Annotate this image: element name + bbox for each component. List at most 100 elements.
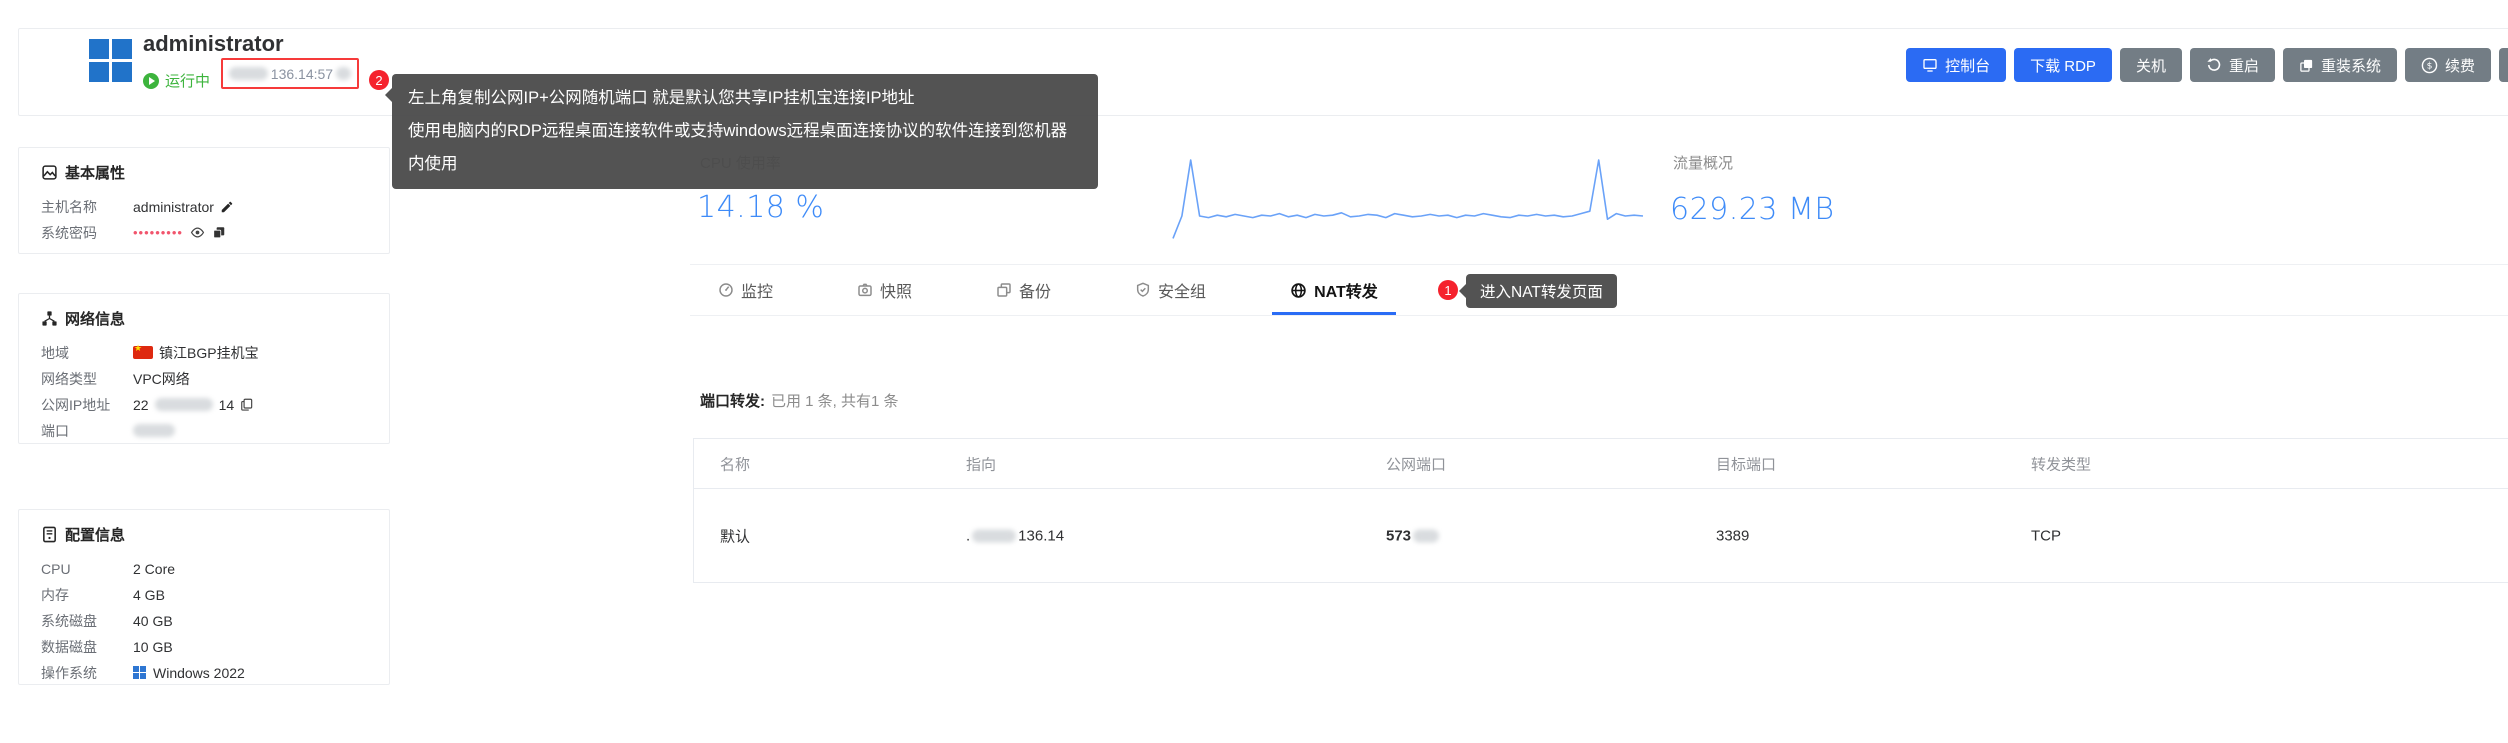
redacted-blur: [229, 67, 268, 80]
connection-ip-highlight[interactable]: 136.14:57: [221, 58, 359, 89]
vm-title: administrator: [143, 31, 284, 57]
traffic-sparkline: [1168, 148, 1650, 248]
memory-row: 内存 4 GB: [41, 587, 367, 602]
data-disk-value: 10 GB: [133, 639, 173, 655]
reinstall-icon: [2299, 58, 2314, 73]
config-info-card: 配置信息 CPU 2 Core 内存 4 GB 系统磁盘 40 GB 数据磁盘 …: [18, 509, 390, 685]
renew-icon: $: [2421, 57, 2438, 74]
annotation-badge-1: 1: [1438, 280, 1458, 300]
windows-logo-icon: [89, 39, 133, 83]
ip-help-tooltip: 左上角复制公网IP+公网随机端口 就是默认您共享IP挂机宝连接IP地址 使用电脑…: [392, 74, 1098, 189]
card-title-text: 网络信息: [65, 308, 125, 329]
col-header-public-port: 公网端口: [1386, 453, 1446, 474]
ip-visible-text: 136.14:57: [271, 66, 333, 82]
hostname-row: 主机名称 administrator: [41, 199, 367, 214]
card-title-text: 配置信息: [65, 524, 125, 545]
image-card-icon: [41, 164, 58, 181]
status-label: 运行中: [165, 70, 210, 91]
redacted-blur: [133, 424, 175, 437]
shield-icon: [1135, 282, 1151, 298]
monitor-gauge-icon: [718, 282, 734, 298]
console-icon: [1922, 57, 1938, 73]
public-ip-row: 公网IP地址 22 14: [41, 397, 367, 412]
traffic-value: 629.23 MB: [1670, 192, 1835, 227]
network-type-value: VPC网络: [133, 369, 190, 389]
download-rdp-button[interactable]: 下载 RDP: [2014, 48, 2112, 82]
redacted-blur: [1413, 529, 1439, 542]
server-card-icon: [41, 526, 58, 543]
redacted-blur: [336, 67, 351, 80]
reinstall-os-button[interactable]: 重装系统: [2283, 48, 2397, 82]
tab-snapshot[interactable]: 快照: [839, 265, 930, 315]
rule-name: 默认: [720, 525, 750, 546]
ip-prefix: 22: [133, 397, 149, 413]
nat-tooltip-text: 进入NAT转发页面: [1480, 280, 1603, 302]
rule-type-link[interactable]: TCP: [2031, 527, 2061, 544]
china-flag-icon: [133, 346, 153, 359]
col-header-target-port: 目标端口: [1716, 453, 1776, 474]
tooltip-line-1: 左上角复制公网IP+公网随机端口 就是默认您共享IP挂机宝连接IP地址: [408, 82, 1082, 115]
running-play-icon: [143, 73, 159, 89]
region-row: 地域 镇江BGP挂机宝: [41, 345, 367, 360]
region-value: 镇江BGP挂机宝: [159, 343, 259, 363]
os-row: 操作系统 Windows 2022: [41, 665, 367, 680]
tooltip-line-2: 使用电脑内的RDP远程桌面连接软件或支持windows远程桌面连接协议的软件连接…: [408, 115, 1082, 181]
renew-button[interactable]: $ 续费: [2405, 48, 2491, 82]
port-forwarding-table: 名称 指向 公网端口 目标端口 转发类型 默认 .136.14 573 3389…: [693, 438, 2508, 583]
shutdown-button[interactable]: 关机: [2120, 48, 2182, 82]
summary-title: 端口转发:: [700, 393, 765, 410]
redacted-blur: [972, 529, 1016, 542]
rule-public-port: 573: [1386, 527, 1439, 544]
restart-button[interactable]: 重启: [2190, 48, 2275, 82]
network-info-card: 网络信息 地域 镇江BGP挂机宝 网络类型 VPC网络 公网IP地址 22 14…: [18, 293, 390, 444]
basic-properties-card: 基本属性 主机名称 administrator 系统密码 •••••••••: [18, 147, 390, 254]
table-header-row: 名称 指向 公网端口 目标端口 转发类型: [694, 439, 2508, 489]
header-actions: 控制台 下载 RDP 关机 重启 重装系统 $ 续费: [1906, 48, 2508, 82]
vm-detail-page: administrator 运行中 136.14:57 2 控制台 下载 RDP…: [0, 0, 2508, 743]
password-masked-value: •••••••••: [133, 225, 183, 240]
col-header-target: 指向: [966, 453, 996, 474]
tab-nat-forwarding[interactable]: NAT转发: [1272, 265, 1396, 315]
camera-icon: [857, 282, 873, 298]
vm-status: 运行中: [143, 70, 210, 91]
tooltip-arrow: [385, 88, 392, 102]
table-row: 默认 .136.14 573 3389 TCP: [694, 489, 2508, 582]
rule-target: .136.14: [966, 527, 1064, 544]
redacted-blur: [155, 398, 213, 411]
copy-backup-icon: [996, 282, 1012, 298]
password-row: 系统密码 •••••••••: [41, 225, 367, 240]
col-header-name: 名称: [720, 453, 750, 474]
windows-logo-small-icon: [133, 666, 147, 680]
system-disk-row: 系统磁盘 40 GB: [41, 613, 367, 628]
rule-target-port: 3389: [1716, 527, 1749, 544]
annotation-badge-2: 2: [369, 70, 389, 90]
nat-tab-tooltip: 进入NAT转发页面: [1466, 274, 1617, 308]
network-type-row: 网络类型 VPC网络: [41, 371, 367, 386]
edit-pencil-icon[interactable]: [220, 200, 234, 214]
svg-text:$: $: [2427, 60, 2433, 71]
summary-usage: 已用 1 条, 共有1 条: [771, 393, 899, 410]
restart-icon: [2206, 57, 2222, 73]
tab-security-group[interactable]: 安全组: [1117, 265, 1224, 315]
cut-off-button[interactable]: [2499, 48, 2508, 82]
data-disk-row: 数据磁盘 10 GB: [41, 639, 367, 654]
copy-ip-icon[interactable]: [240, 397, 254, 412]
traffic-label: 流量概况: [1673, 152, 1733, 173]
col-header-type: 转发类型: [2031, 453, 2091, 474]
show-password-eye-icon[interactable]: [189, 225, 206, 240]
port-forwarding-summary: 端口转发: 已用 1 条, 共有1 条: [700, 390, 899, 411]
cpu-usage-value: 14.18 %: [697, 190, 824, 225]
ip-suffix: 14: [219, 397, 235, 413]
copy-password-icon[interactable]: [212, 225, 226, 240]
tab-backup[interactable]: 备份: [978, 265, 1069, 315]
globe-nat-icon: [1290, 282, 1307, 299]
os-value: Windows 2022: [153, 665, 245, 681]
hostname-value: administrator: [133, 199, 214, 215]
memory-value: 4 GB: [133, 587, 165, 603]
tab-monitoring[interactable]: 监控: [700, 265, 791, 315]
console-button[interactable]: 控制台: [1906, 48, 2006, 82]
system-disk-value: 40 GB: [133, 613, 173, 629]
network-card-icon: [41, 310, 58, 327]
port-row: 端口: [41, 423, 367, 438]
cpu-value: 2 Core: [133, 561, 175, 577]
